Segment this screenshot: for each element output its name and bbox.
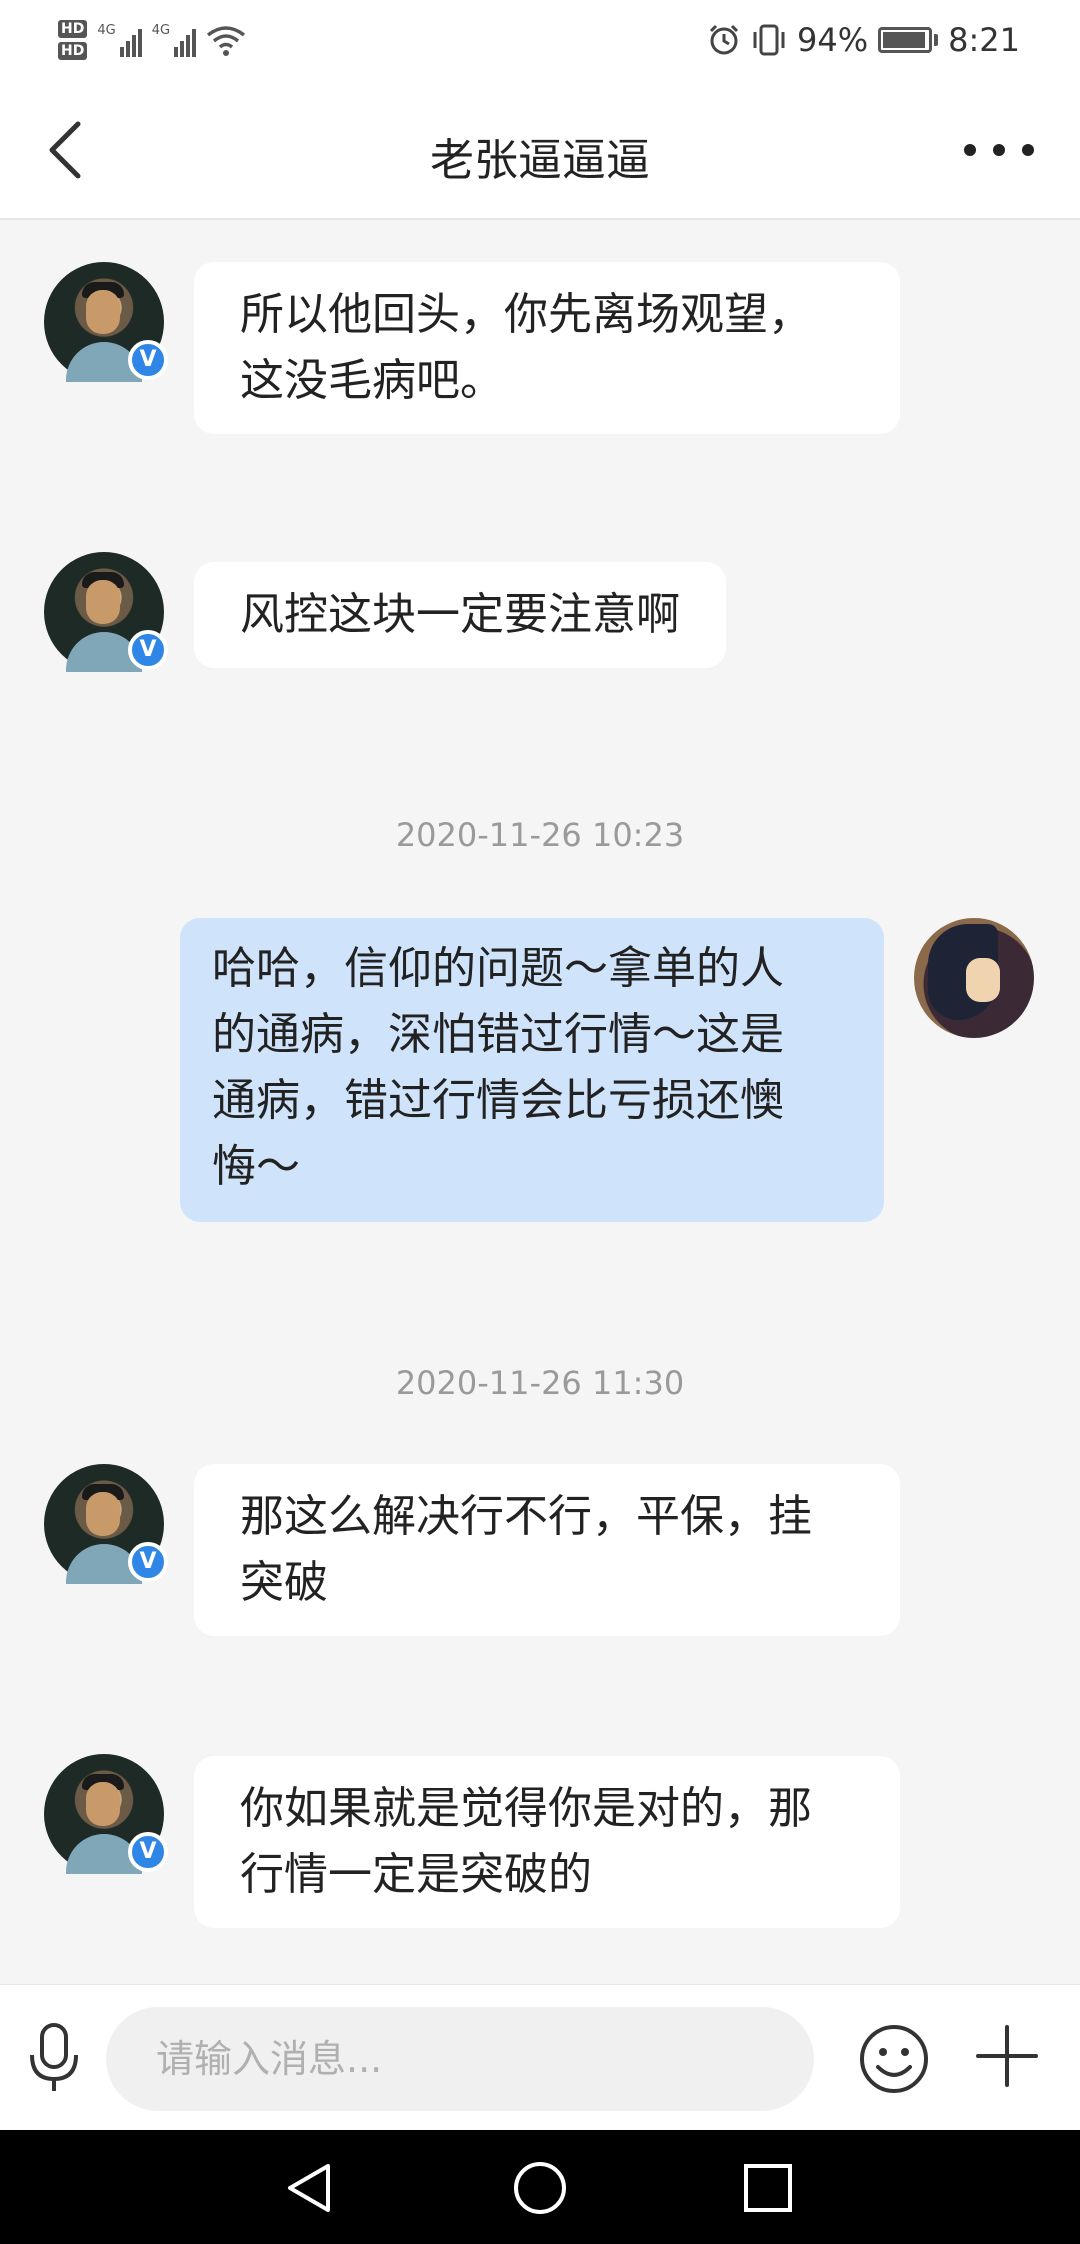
- signal-icon-2: 4G: [151, 23, 197, 57]
- message-line: 你如果就是觉得你是对的，那: [240, 1783, 812, 1834]
- network-type-1: 4G: [97, 23, 116, 38]
- message-line: 行情一定是突破的: [240, 1849, 592, 1900]
- avatar[interactable]: V: [44, 1464, 168, 1584]
- message-line: 那这么解决行不行，平保，挂: [240, 1491, 812, 1542]
- emoji-icon[interactable]: [858, 2023, 930, 2095]
- vibrate-icon: [753, 24, 785, 56]
- status-bar: HD HD 4G 4G 94% 8:21: [0, 0, 1080, 80]
- message-bubble[interactable]: 风控这块一定要注意啊: [194, 562, 726, 668]
- timestamp: 2020-11-26 10:23: [395, 816, 685, 854]
- more-horizontal-icon[interactable]: [954, 120, 1044, 180]
- input-bar: [0, 1984, 1080, 2130]
- message-line: 哈哈，信仰的问题～拿单的人: [212, 943, 784, 994]
- avatar[interactable]: V: [44, 262, 168, 382]
- battery-icon: [878, 27, 939, 53]
- page-title: 老张逼逼逼: [430, 135, 650, 186]
- message-bubble[interactable]: 所以他回头，你先离场观望， 这没毛病吧。: [194, 262, 900, 434]
- nav-home-icon[interactable]: [512, 2160, 568, 2216]
- message-line: 所以他回头，你先离场观望，: [240, 289, 812, 340]
- chat-header: 老张逼逼逼: [0, 80, 1080, 220]
- verified-badge-icon: V: [128, 1542, 168, 1582]
- avatar[interactable]: V: [44, 1754, 168, 1874]
- plus-icon[interactable]: [976, 2025, 1038, 2087]
- verified-badge-icon: V: [128, 630, 168, 670]
- hd-indicators: HD HD: [58, 20, 88, 60]
- status-right: 94% 8:21: [707, 18, 1020, 62]
- timestamp: 2020-11-26 11:30: [395, 1364, 685, 1402]
- verified-badge-icon: V: [128, 340, 168, 380]
- battery-percent: 94%: [797, 21, 869, 59]
- message-bubble[interactable]: 你如果就是觉得你是对的，那 行情一定是突破的: [194, 1756, 900, 1928]
- message-line: 通病，错过行情会比亏损还懊: [212, 1075, 784, 1126]
- nav-recent-icon[interactable]: [742, 2162, 794, 2214]
- message-bubble[interactable]: 那这么解决行不行，平保，挂 突破: [194, 1464, 900, 1636]
- nav-back-icon[interactable]: [282, 2160, 338, 2216]
- message-bubble[interactable]: 哈哈，信仰的问题～拿单的人 的通病，深怕错过行情～这是 通病，错过行情会比亏损还…: [180, 918, 884, 1222]
- hd2-badge: HD: [58, 42, 88, 60]
- signal-icon: 4G: [97, 23, 142, 57]
- message-input[interactable]: [106, 2007, 814, 2111]
- verified-badge-icon: V: [128, 1832, 168, 1872]
- system-nav-bar: [0, 2130, 1080, 2244]
- microphone-icon[interactable]: [26, 2021, 82, 2095]
- network-type-2: 4G: [151, 23, 171, 38]
- message-line: 这没毛病吧。: [240, 355, 504, 406]
- message-line: 悔～: [212, 1141, 300, 1192]
- message-line: 风控这块一定要注意啊: [240, 589, 680, 640]
- alarm-icon: [709, 24, 739, 55]
- clock: 8:21: [948, 21, 1020, 59]
- status-left: HD HD 4G 4G: [58, 12, 246, 68]
- wifi-icon: [206, 26, 246, 56]
- my-avatar[interactable]: [914, 918, 1034, 1038]
- message-line: 的通病，深怕错过行情～这是: [212, 1009, 784, 1060]
- message-line: 突破: [240, 1557, 328, 1608]
- avatar[interactable]: V: [44, 552, 168, 672]
- chat-area[interactable]: V 所以他回头，你先离场观望， 这没毛病吧。 V 风控这块一定要注意啊 2020…: [0, 222, 1080, 1984]
- hd1-badge: HD: [58, 20, 88, 38]
